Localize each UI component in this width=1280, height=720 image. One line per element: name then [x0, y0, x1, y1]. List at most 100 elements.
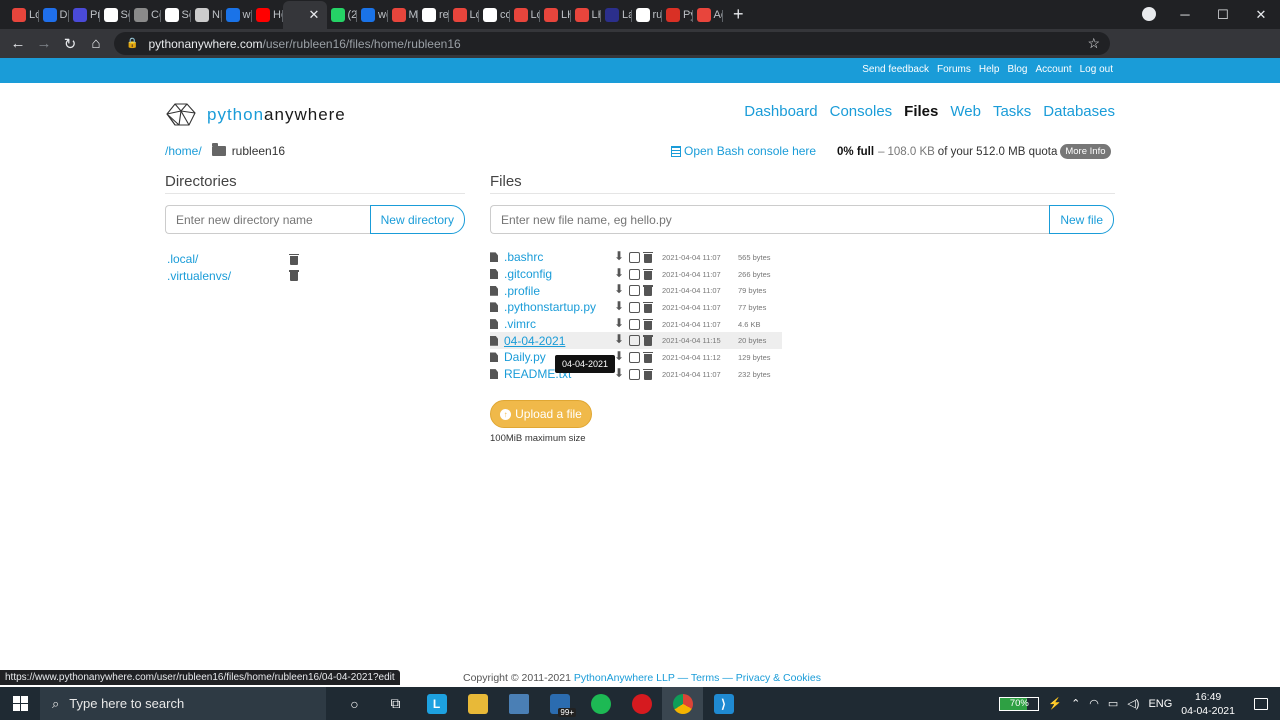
browser-tab[interactable]: Ac — [693, 4, 723, 26]
delete-trash-icon[interactable] — [643, 335, 653, 347]
volume-icon[interactable]: ◁) — [1127, 697, 1139, 710]
browser-tab[interactable]: rut — [632, 4, 662, 26]
file-link[interactable]: .vimrc — [504, 317, 614, 331]
file-link[interactable]: .bashrc — [504, 250, 614, 264]
new-tab-icon[interactable]: + — [733, 4, 744, 25]
download-icon[interactable] — [614, 299, 626, 313]
back-icon[interactable]: ← — [5, 35, 31, 52]
nav-web[interactable]: Web — [950, 103, 981, 120]
bookmark-star-icon[interactable]: ☆ — [1087, 35, 1100, 52]
edit-icon[interactable] — [629, 351, 640, 363]
top-link-forums[interactable]: Forums — [937, 64, 971, 75]
footer-privacy-link[interactable]: Privacy & Cookies — [736, 672, 821, 684]
edit-icon[interactable] — [629, 368, 640, 380]
browser-tab[interactable]: Lo — [510, 4, 540, 26]
forward-icon[interactable]: → — [31, 35, 57, 52]
browser-tab[interactable]: Lo — [8, 4, 39, 26]
wifi-icon[interactable]: ◠ — [1089, 697, 1099, 710]
battery-icon[interactable]: ▭ — [1108, 697, 1118, 710]
start-button[interactable] — [0, 696, 40, 711]
footer-company-link[interactable]: PythonAnywhere LLP — [574, 672, 675, 684]
clock[interactable]: 16:49 04-04-2021 — [1181, 690, 1235, 718]
browser-tab[interactable]: NL — [191, 4, 222, 26]
edit-icon[interactable] — [629, 251, 640, 263]
pythonanywhere-logo[interactable]: pythonanywhere — [165, 101, 346, 128]
browser-tab[interactable]: De — [39, 4, 69, 26]
delete-trash-icon[interactable] — [643, 251, 653, 263]
app-l-icon[interactable]: L — [416, 687, 457, 720]
delete-trash-icon[interactable] — [289, 253, 299, 265]
taskbar-search-box[interactable]: ⌕ Type here to search — [40, 687, 326, 720]
edit-icon[interactable] — [629, 318, 640, 330]
edit-icon[interactable] — [629, 268, 640, 280]
new-directory-input[interactable] — [165, 205, 370, 234]
browser-tab[interactable]: Py — [662, 4, 693, 26]
browser-tab[interactable]: ✕ — [282, 1, 327, 29]
top-link-log-out[interactable]: Log out — [1080, 64, 1113, 75]
top-link-send-feedback[interactable]: Send feedback — [862, 64, 929, 75]
new-file-input[interactable] — [490, 205, 1050, 234]
close-tab-icon[interactable]: ✕ — [309, 7, 320, 23]
upload-file-button[interactable]: ↑ Upload a file — [490, 400, 592, 428]
new-directory-button[interactable]: New directory — [369, 205, 465, 234]
delete-trash-icon[interactable] — [643, 351, 653, 363]
delete-trash-icon[interactable] — [643, 368, 653, 380]
nav-consoles[interactable]: Consoles — [830, 103, 893, 120]
edit-icon[interactable] — [629, 285, 640, 297]
app-store-icon[interactable] — [498, 687, 539, 720]
download-icon[interactable] — [614, 349, 626, 363]
show-hidden-icons-icon[interactable]: ⌃ — [1071, 697, 1080, 710]
directory-link[interactable]: .virtualenvs/ — [167, 269, 231, 283]
top-link-account[interactable]: Account — [1035, 64, 1071, 75]
address-bar[interactable]: 🔒 pythonanywhere.com/user/rubleen16/file… — [114, 32, 1110, 55]
new-file-button[interactable]: New file — [1049, 205, 1114, 234]
file-link[interactable]: .gitconfig — [504, 267, 614, 281]
browser-tab[interactable]: co — [479, 4, 510, 26]
browser-tab[interactable]: (24 — [327, 4, 357, 26]
delete-trash-icon[interactable] — [643, 268, 653, 280]
download-icon[interactable] — [614, 366, 626, 380]
spotify-icon[interactable] — [580, 687, 621, 720]
chrome-icon[interactable] — [662, 687, 703, 720]
edit-icon[interactable] — [629, 301, 640, 313]
file-explorer-icon[interactable] — [457, 687, 498, 720]
download-icon[interactable] — [614, 266, 626, 280]
reload-icon[interactable]: ↻ — [57, 35, 83, 53]
opera-icon[interactable] — [621, 687, 662, 720]
lock-icon[interactable]: 🔒 — [126, 38, 138, 49]
cortana-icon[interactable]: ○ — [334, 687, 375, 720]
vscode-icon[interactable]: ⟩ — [703, 687, 744, 720]
nav-dashboard[interactable]: Dashboard — [744, 103, 817, 120]
browser-tab[interactable]: Se — [161, 4, 191, 26]
delete-trash-icon[interactable] — [643, 318, 653, 330]
browser-tab[interactable]: Pri — [69, 4, 100, 26]
maximize-icon[interactable]: ☐ — [1204, 7, 1242, 23]
top-link-blog[interactable]: Blog — [1007, 64, 1027, 75]
browser-tab[interactable]: LH — [571, 4, 601, 26]
tab-search-icon[interactable] — [1142, 7, 1156, 21]
nav-tasks[interactable]: Tasks — [993, 103, 1031, 120]
footer-terms-link[interactable]: Terms — [691, 672, 720, 684]
browser-tab[interactable]: rec — [418, 4, 449, 26]
browser-tab[interactable]: Ma — [388, 4, 418, 26]
browser-tab[interactable]: La — [601, 4, 632, 26]
browser-tab[interactable]: Se — [100, 4, 130, 26]
delete-trash-icon[interactable] — [643, 301, 653, 313]
breadcrumb-home-link[interactable]: /home/ — [165, 144, 202, 158]
task-view-icon[interactable]: ⧉ — [375, 687, 416, 720]
mail-icon[interactable]: 99+ — [539, 687, 580, 720]
file-link[interactable]: .profile — [504, 284, 614, 298]
language-indicator[interactable]: ENG — [1148, 698, 1172, 710]
download-icon[interactable] — [614, 249, 626, 263]
directory-link[interactable]: .local/ — [167, 252, 198, 266]
file-link[interactable]: 04-04-2021 — [504, 334, 614, 348]
browser-tab[interactable]: Lo — [449, 4, 479, 26]
notifications-icon[interactable] — [1254, 697, 1268, 710]
minimize-icon[interactable]: ─ — [1166, 7, 1204, 22]
browser-tab[interactable]: Ce — [130, 4, 161, 26]
nav-files[interactable]: Files — [904, 103, 938, 120]
home-icon[interactable]: ⌂ — [83, 35, 109, 52]
download-icon[interactable] — [614, 316, 626, 330]
open-bash-console-link[interactable]: Open Bash console here — [671, 144, 816, 158]
browser-tab[interactable]: LH — [540, 4, 571, 26]
